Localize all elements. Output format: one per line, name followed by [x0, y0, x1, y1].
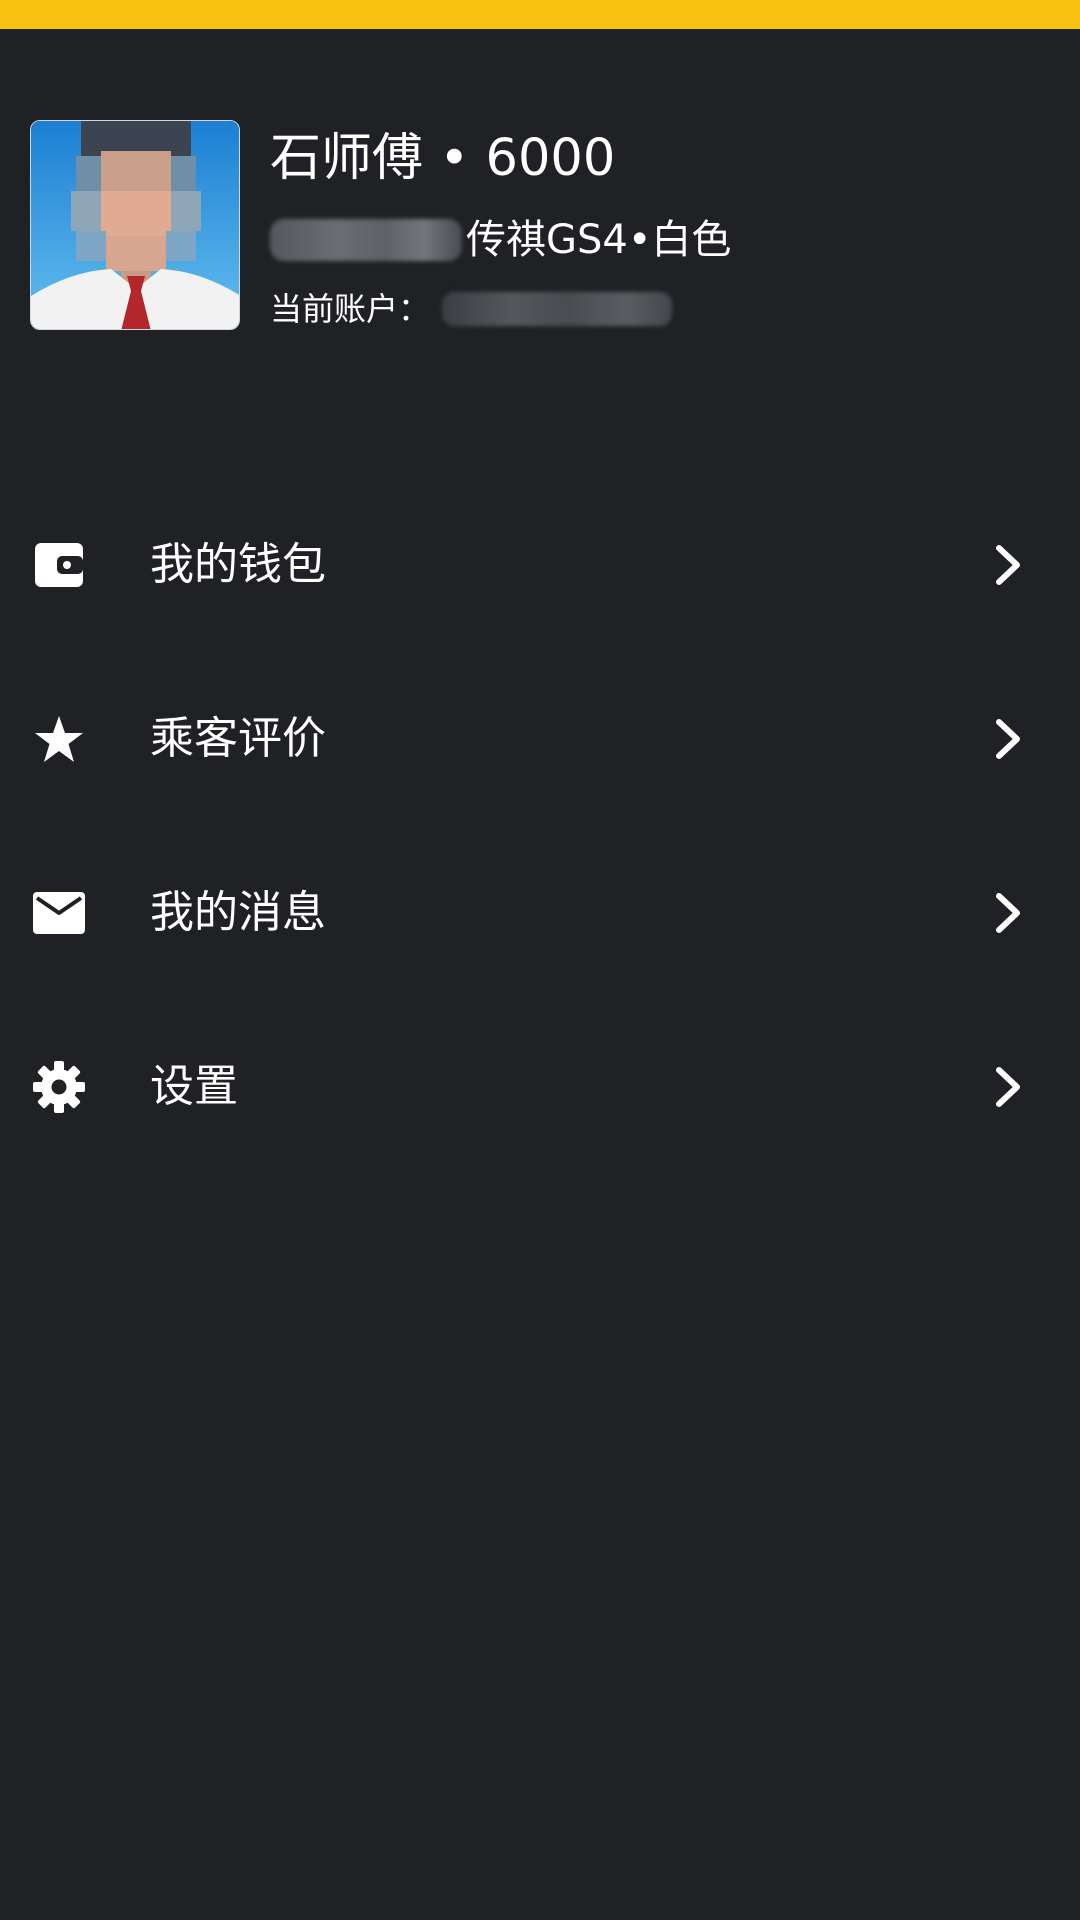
star-icon: [32, 712, 86, 766]
car-description: 传祺GS4•白色: [466, 217, 732, 263]
menu-item-label: 乘客评价: [150, 713, 326, 764]
mail-icon: [32, 886, 86, 940]
menu-item-passenger-rating[interactable]: 乘客评价: [0, 652, 1080, 826]
chevron-right-icon: [990, 715, 1026, 763]
avatar-photo: [31, 121, 239, 329]
menu-item-wallet[interactable]: 我的钱包: [0, 478, 1080, 652]
menu-item-messages[interactable]: 我的消息: [0, 826, 1080, 1000]
menu-item-label: 我的消息: [150, 887, 326, 938]
driver-profile[interactable]: 石师傅 • 6000 传祺GS4•白色 当前账户：: [0, 0, 1080, 360]
menu-item-label: 设置: [150, 1061, 238, 1112]
driver-name: 石师傅 • 6000: [270, 129, 616, 188]
menu-item-label: 我的钱包: [150, 539, 326, 590]
chevron-right-icon: [990, 889, 1026, 937]
chevron-right-icon: [990, 541, 1026, 589]
menu-item-settings[interactable]: 设置: [0, 1000, 1080, 1174]
side-menu: 我的钱包 乘客评价 我的消息 设置: [0, 478, 1080, 1174]
car-info: 传祺GS4•白色: [270, 210, 731, 270]
license-plate-redacted: [270, 219, 462, 261]
account-info: 当前账户：: [270, 284, 673, 334]
avatar[interactable]: [30, 120, 240, 330]
account-number-redacted: [442, 292, 673, 326]
gear-icon: [32, 1060, 86, 1114]
chevron-right-icon: [990, 1063, 1026, 1111]
wallet-icon: [32, 538, 86, 592]
account-label: 当前账户：: [270, 290, 431, 328]
